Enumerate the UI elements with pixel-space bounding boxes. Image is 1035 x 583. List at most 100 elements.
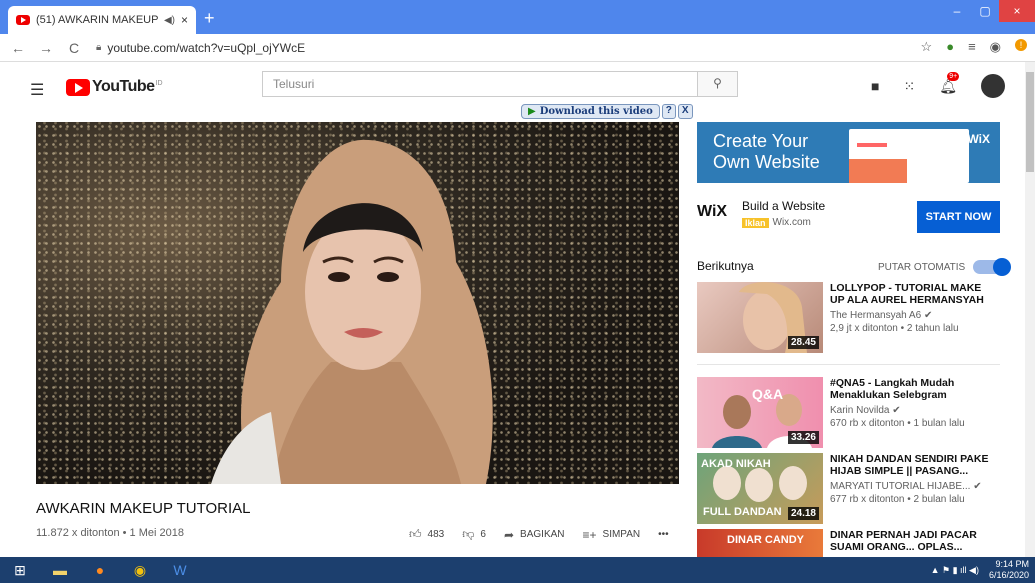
scrollbar-thumb[interactable] — [1026, 72, 1034, 172]
ad-subtitle: Iklan Wix.com — [742, 217, 811, 228]
back-arrow-icon[interactable]: ← — [8, 40, 28, 56]
ad-logo[interactable]: WiX — [697, 203, 727, 221]
firefox-icon[interactable]: ● — [80, 557, 120, 583]
create-video-icon[interactable]: ■ — [871, 78, 879, 94]
avatar[interactable] — [981, 74, 1005, 98]
save-button[interactable]: ≡+ SIMPAN — [583, 528, 641, 542]
download-video-bar: ▶ Download this video ? X — [521, 104, 693, 119]
youtube-logo[interactable]: YouTube ID — [66, 78, 163, 96]
list-item[interactable]: Q&A 33.26 #QNA5 - Langkah Mudah Menakluk… — [697, 377, 1000, 449]
svg-text:FULL DANDAN: FULL DANDAN — [703, 506, 782, 518]
ad-title[interactable]: Build a Website — [742, 199, 825, 213]
ad-banner[interactable]: Create Your Own Website WiX — [697, 122, 1000, 183]
menu-icon[interactable]: ☰ — [30, 80, 44, 100]
youtube-wordmark: YouTube — [92, 78, 155, 95]
extension-icon[interactable]: ● — [946, 39, 954, 55]
verified-icon: ✔ — [973, 481, 982, 492]
video-frame-person — [211, 139, 493, 484]
ad-banner-text: Create Your Own Website — [713, 131, 820, 172]
video-thumbnail[interactable]: DINAR CANDY — [697, 529, 823, 557]
autoplay-toggle[interactable] — [973, 258, 1012, 276]
chrome-icon[interactable]: ◉ — [120, 557, 160, 583]
video-meta: 11.872 x ditonton • 1 Mei 2018 — [36, 527, 184, 539]
tab-close-button[interactable]: × — [181, 13, 188, 27]
share-arrow-icon: ➦ — [503, 527, 515, 542]
ad-domain: Wix.com — [772, 217, 811, 228]
autoplay-label: PUTAR OTOMATIS — [878, 261, 966, 273]
tray-icons[interactable]: ▲ ⚑ ▮ ıll ◀) — [931, 565, 979, 576]
youtube-play-icon — [66, 78, 90, 96]
video-stats: 2,9 jt x ditonton • 2 tahun lalu — [830, 323, 959, 334]
like-count: 483 — [427, 529, 445, 540]
new-tab-button[interactable]: + — [204, 8, 215, 29]
video-thumbnail[interactable]: 28.45 — [697, 282, 823, 353]
speaker-icon[interactable]: ◀) — [164, 15, 175, 26]
youtube-header: ☰ YouTube ID Telusuri ⚲ ■ ⁙ 🔔︎ 9+ — [0, 62, 1035, 114]
download-close-button[interactable]: X — [677, 104, 693, 119]
share-button[interactable]: ➦ BAGIKAN — [504, 528, 565, 542]
video-player[interactable] — [36, 122, 679, 484]
like-button[interactable]: 👍︎ 483 — [409, 527, 444, 542]
tab-title: (51) AWKARIN MAKEUP TUT — [36, 14, 158, 26]
video-duration: 33.26 — [787, 431, 819, 444]
list-item[interactable]: AKAD NIKAH FULL DANDAN 24.18 NIKAH DANDAN… — [697, 453, 1000, 525]
clock-date: 6/16/2020 — [988, 570, 1029, 580]
notification-badge: 9+ — [947, 71, 960, 81]
thumbs-up-icon: 👍︎ — [409, 527, 422, 541]
playlist-extension-icon[interactable]: ≡ — [968, 39, 976, 55]
notifications-bell-icon[interactable]: 🔔︎ 9+ — [939, 71, 960, 95]
windows-start-icon[interactable]: ⊞ — [0, 557, 40, 583]
list-item[interactable]: 28.45 LOLLYPOP - TUTORIAL MAKE UP ALA AU… — [697, 282, 1000, 354]
video-thumbnail[interactable]: AKAD NIKAH FULL DANDAN 24.18 — [697, 453, 823, 524]
search-button[interactable]: ⚲ — [698, 71, 738, 97]
window-controls: – ▢ × — [943, 0, 1035, 22]
forward-arrow-icon[interactable]: → — [36, 40, 56, 56]
add-playlist-icon: ≡+ — [582, 527, 597, 542]
profile-icon[interactable]: ◉ — [990, 39, 1001, 55]
file-explorer-icon[interactable]: ▬ — [40, 557, 80, 583]
apps-grid-icon[interactable]: ⁙ — [903, 78, 915, 95]
minimize-button[interactable]: – — [943, 0, 971, 22]
svg-text:DINAR CANDY: DINAR CANDY — [727, 534, 805, 546]
system-tray: ▲ ⚑ ▮ ıll ◀) 9:14 PM 6/16/2020 — [931, 559, 1029, 581]
channel-name: The Hermansyah A6 ✔ — [830, 310, 933, 321]
browser-tab-bar: (51) AWKARIN MAKEUP TUT ◀) × + – ▢ × — [0, 0, 1035, 34]
verified-icon: ✔ — [923, 310, 933, 321]
dislike-count: 6 — [480, 529, 486, 540]
video-title[interactable]: NIKAH DANDAN SENDIRI PAKE HIJAB SIMPLE |… — [830, 453, 998, 477]
dislike-button[interactable]: 👎︎ 6 — [462, 527, 486, 542]
ad-badge: Iklan — [742, 217, 769, 228]
ad-banner-brand: WiX — [967, 132, 990, 146]
lock-icon: 🔒︎ — [96, 42, 102, 53]
more-actions-button[interactable]: ••• — [658, 529, 669, 540]
channel-name: MARYATI TUTORIAL HIJABE... ✔ — [830, 481, 982, 492]
play-triangle-icon: ▶ — [528, 106, 536, 117]
video-duration: 24.18 — [787, 507, 819, 520]
divider — [697, 364, 1000, 365]
video-actions: 👍︎ 483 👎︎ 6 ➦ BAGIKAN ≡+ SIMPAN ••• — [409, 527, 669, 542]
browser-tab[interactable]: (51) AWKARIN MAKEUP TUT ◀) × — [8, 6, 196, 34]
windows-taskbar: ⊞ ▬ ● ◉ W ▲ ⚑ ▮ ıll ◀) 9:14 PM 6/16/2020 — [0, 557, 1035, 583]
clock[interactable]: 9:14 PM 6/16/2020 — [989, 559, 1029, 581]
list-item[interactable]: DINAR CANDY DINAR PERNAH JADI PACAR SUAM… — [697, 529, 1000, 557]
close-window-button[interactable]: × — [999, 0, 1035, 22]
verified-icon: ✔ — [892, 405, 901, 416]
update-icon[interactable]: ! — [1015, 39, 1027, 51]
search-input[interactable]: Telusuri — [262, 71, 698, 97]
video-title[interactable]: #QNA5 - Langkah Mudah Menaklukan Selebgr… — [830, 377, 998, 401]
url-field[interactable]: 🔒︎ youtube.com/watch?v=uQpl_ojYWcE — [96, 41, 305, 55]
svg-text:AKAD NIKAH: AKAD NIKAH — [701, 458, 771, 470]
video-title[interactable]: DINAR PERNAH JADI PACAR SUAMI ORANG... O… — [830, 529, 998, 553]
autoplay-control: PUTAR OTOMATIS — [878, 258, 1012, 276]
video-thumbnail[interactable]: Q&A 33.26 — [697, 377, 823, 448]
bookmark-star-icon[interactable]: ☆ — [921, 39, 933, 55]
reload-icon[interactable]: C — [64, 40, 84, 56]
start-now-button[interactable]: START NOW — [917, 201, 1000, 233]
download-video-button[interactable]: ▶ Download this video — [521, 104, 660, 119]
video-title[interactable]: LOLLYPOP - TUTORIAL MAKE UP ALA AUREL HE… — [830, 282, 998, 306]
page-scrollbar[interactable] — [1025, 62, 1035, 557]
download-help-button[interactable]: ? — [661, 104, 676, 119]
word-icon[interactable]: W — [160, 557, 200, 583]
address-bar: ← → C 🔒︎ youtube.com/watch?v=uQpl_ojYWcE… — [0, 34, 1035, 62]
maximize-button[interactable]: ▢ — [971, 0, 999, 22]
